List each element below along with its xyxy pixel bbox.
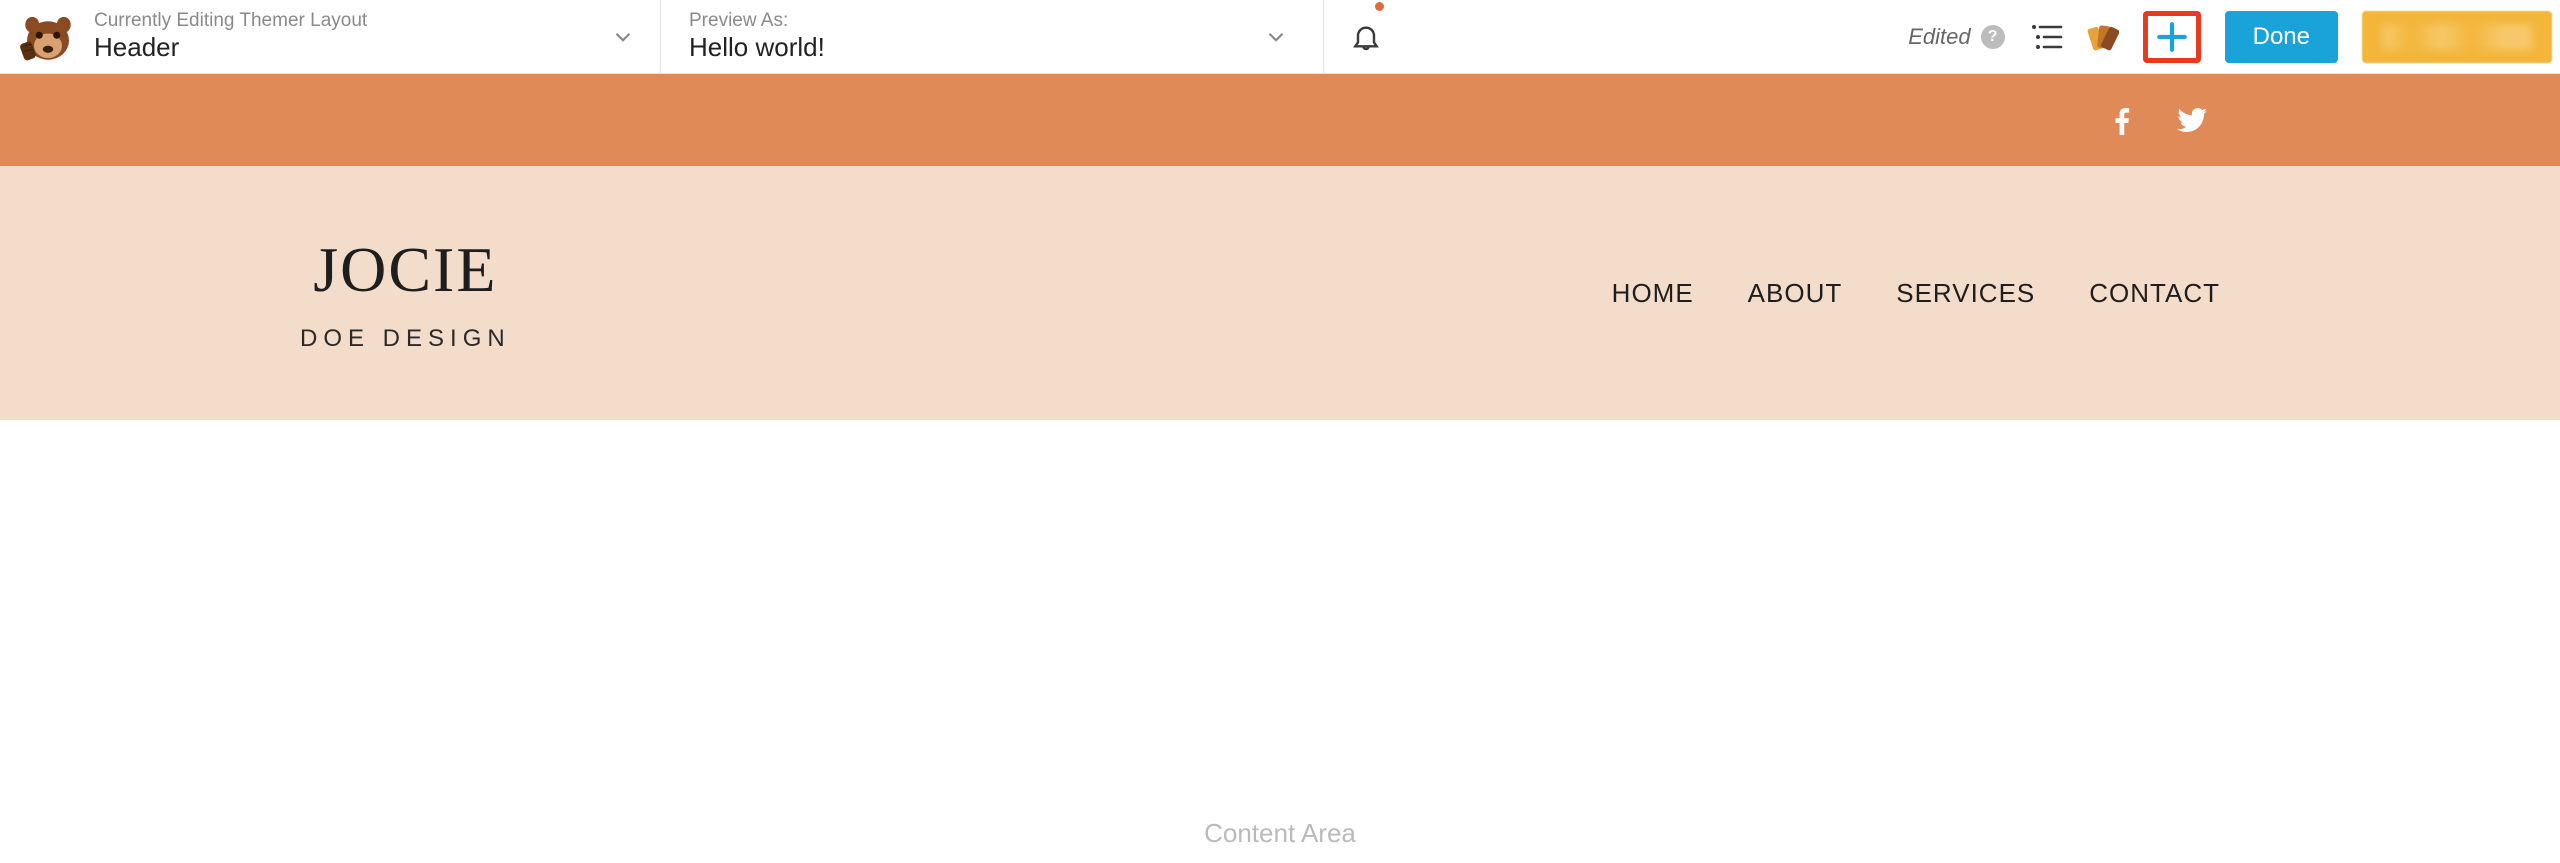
done-button[interactable]: Done	[2225, 11, 2338, 63]
brand-block: JOCIE DOE DESIGN	[300, 233, 511, 353]
editing-layout-selector[interactable]: Currently Editing Themer Layout Header	[0, 0, 660, 73]
preview-as-selector[interactable]: Preview As: Hello world!	[661, 0, 1321, 73]
chevron-down-icon[interactable]	[606, 24, 640, 50]
builder-top-bar: Currently Editing Themer Layout Header P…	[0, 0, 2560, 74]
notifications-button[interactable]	[1350, 0, 1382, 73]
blurred-content	[2382, 24, 2532, 50]
notification-dot-icon	[1375, 2, 1384, 11]
edited-label: Edited	[1908, 24, 1970, 50]
nav-item-services[interactable]: SERVICES	[1896, 278, 2035, 309]
edited-status: Edited ?	[1908, 24, 2004, 50]
content-area-label: Content Area	[1204, 818, 1356, 849]
content-area[interactable]: Content Area	[0, 420, 2560, 863]
nav-item-home[interactable]: HOME	[1612, 278, 1694, 309]
twitter-icon[interactable]	[2174, 102, 2210, 138]
editing-layout-value: Header	[94, 32, 588, 63]
done-button-label: Done	[2253, 23, 2310, 51]
chevron-down-icon[interactable]	[1259, 24, 1293, 50]
social-bar	[0, 74, 2560, 166]
nav-item-about[interactable]: ABOUT	[1748, 278, 1843, 309]
preview-as-value: Hello world!	[689, 32, 1241, 63]
brand-subtitle: DOE DESIGN	[300, 325, 511, 353]
nav-item-contact[interactable]: CONTACT	[2089, 278, 2220, 309]
brand-title: JOCIE	[300, 233, 511, 307]
swatches-button[interactable]	[2087, 21, 2119, 53]
divider	[1323, 0, 1324, 73]
site-header: JOCIE DOE DESIGN HOME ABOUT SERVICES CON…	[0, 166, 2560, 420]
upgrade-button[interactable]	[2362, 11, 2552, 63]
primary-nav: HOME ABOUT SERVICES CONTACT	[1612, 278, 2220, 309]
help-icon[interactable]: ?	[1981, 25, 2005, 49]
outline-panel-button[interactable]	[2029, 22, 2063, 52]
facebook-icon[interactable]	[2104, 102, 2140, 138]
add-content-button[interactable]	[2143, 11, 2201, 63]
editing-layout-label: Currently Editing Themer Layout	[94, 10, 588, 33]
beaver-logo-icon	[20, 9, 76, 65]
preview-as-label: Preview As:	[689, 10, 1241, 33]
